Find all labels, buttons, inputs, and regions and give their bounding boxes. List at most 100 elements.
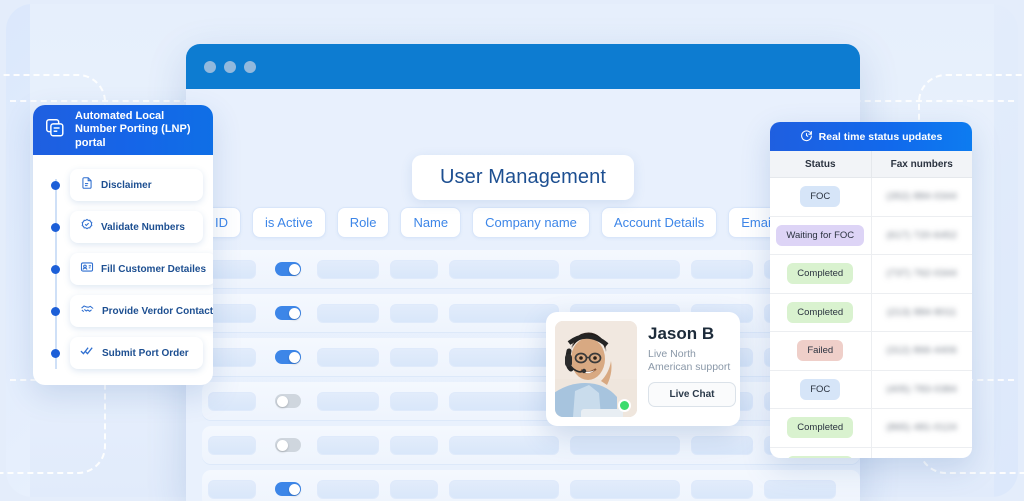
lnp-step-validate-numbers[interactable]: Validate Numbers bbox=[43, 211, 203, 243]
step-label: Submit Port Order bbox=[102, 347, 189, 359]
is-active-toggle[interactable] bbox=[275, 482, 301, 496]
status-row: Failed (312) 866-4406 bbox=[770, 332, 972, 371]
cell-comp bbox=[449, 303, 559, 323]
status-table-header: Status Fax numbers bbox=[770, 151, 972, 178]
window-maximize-dot[interactable] bbox=[244, 60, 256, 73]
fax-cell: (312) 866-4406 bbox=[872, 332, 973, 370]
table-header-is-active[interactable]: is Active bbox=[252, 207, 326, 238]
cell-role bbox=[317, 391, 379, 411]
table-row[interactable] bbox=[202, 382, 860, 420]
is-active-toggle[interactable] bbox=[275, 394, 301, 408]
lnp-step-fill-customer-details[interactable]: Fill Customer Detailes bbox=[43, 253, 213, 285]
toggle-knob bbox=[276, 395, 288, 407]
live-chat-button[interactable]: Live Chat bbox=[648, 382, 736, 407]
step-label: Disclaimer bbox=[101, 179, 152, 191]
agent-name: Jason B bbox=[648, 324, 715, 343]
decorative-dashed-line bbox=[10, 100, 190, 102]
window-minimize-dot[interactable] bbox=[224, 60, 236, 73]
fax-cell: (213) 884-8011 bbox=[872, 294, 973, 332]
cell-role bbox=[317, 347, 379, 367]
table-header-role[interactable]: Role bbox=[336, 207, 390, 238]
status-cell: Waiting for FOC bbox=[770, 216, 872, 254]
lnp-step-submit-port-order[interactable]: Submit Port Order bbox=[43, 337, 203, 369]
step-bullet-icon bbox=[51, 264, 60, 274]
document-icon bbox=[80, 176, 94, 195]
table-row[interactable] bbox=[202, 470, 860, 501]
status-badge: FOC bbox=[800, 186, 841, 208]
lnp-steps-list: Disclaimer Validate Numbers Fill Custome… bbox=[33, 155, 213, 385]
is-active-toggle[interactable] bbox=[275, 306, 301, 320]
status-panel-title: Real time status updates bbox=[818, 130, 943, 143]
step-pill[interactable]: Validate Numbers bbox=[70, 211, 203, 243]
screenshot-stage: User Management ID is Active Role Name C… bbox=[0, 0, 1024, 501]
browser-title-bar bbox=[186, 44, 860, 89]
status-panel-header: Real time status updates bbox=[770, 122, 972, 151]
cell-acct bbox=[570, 435, 680, 455]
is-active-toggle[interactable] bbox=[275, 438, 301, 452]
is-active-toggle[interactable] bbox=[275, 262, 301, 276]
page-title: User Management bbox=[411, 155, 635, 200]
step-label: Provide Verdor Contact bbox=[102, 305, 213, 317]
browser-window: User Management ID is Active Role Name C… bbox=[186, 44, 860, 501]
cell-role bbox=[317, 435, 379, 455]
toggle-knob bbox=[288, 483, 300, 495]
cell-id bbox=[208, 259, 256, 279]
step-pill[interactable]: Disclaimer bbox=[70, 169, 203, 201]
fax-cell: (405) 783-0384 bbox=[872, 371, 973, 409]
step-label: Fill Customer Detailes bbox=[101, 263, 207, 275]
step-bullet-icon bbox=[51, 180, 60, 190]
table-header-account-details[interactable]: Account Details bbox=[600, 207, 718, 238]
table-row[interactable] bbox=[202, 338, 860, 376]
status-column-fax: Fax numbers bbox=[890, 158, 953, 170]
fax-cell: (865) 481-0124 bbox=[872, 409, 973, 447]
lnp-step-provide-vendor-contact[interactable]: Provide Verdor Contact bbox=[43, 295, 213, 327]
status-row: FOC (352) 884-0344 bbox=[770, 178, 972, 217]
lnp-portal-header: Automated Local Number Porting (LNP) por… bbox=[33, 105, 213, 155]
status-badge: Completed bbox=[787, 263, 854, 285]
id-card-icon bbox=[80, 260, 94, 279]
stacked-documents-icon bbox=[44, 117, 66, 144]
clock-refresh-icon bbox=[800, 129, 813, 145]
fax-cell: (352) 884-0344 bbox=[872, 178, 973, 216]
status-row: Waiting for FOC (617) 720-6452 bbox=[770, 216, 972, 255]
cell-id bbox=[208, 391, 256, 411]
fax-number: (737) 762-0344 bbox=[886, 268, 958, 280]
table-header-name[interactable]: Name bbox=[400, 207, 462, 238]
cell-name bbox=[390, 347, 438, 367]
status-cell: FOC bbox=[770, 178, 872, 216]
lnp-portal-card: Automated Local Number Porting (LNP) por… bbox=[33, 105, 213, 385]
window-close-dot[interactable] bbox=[204, 60, 216, 73]
cell-id bbox=[208, 303, 256, 323]
cell-comp bbox=[449, 435, 559, 455]
toggle-knob bbox=[288, 307, 300, 319]
table-header-company[interactable]: Company name bbox=[472, 207, 590, 238]
browser-content: User Management ID is Active Role Name C… bbox=[186, 89, 860, 501]
fax-cell: (737) 762-0344 bbox=[872, 255, 973, 293]
status-column-status: Status bbox=[770, 151, 872, 177]
table-body bbox=[202, 250, 860, 501]
cell-comp bbox=[449, 479, 559, 499]
cell-role bbox=[317, 479, 379, 499]
cell-name bbox=[390, 303, 438, 323]
cell-role bbox=[317, 259, 379, 279]
step-pill[interactable]: Provide Verdor Contact bbox=[70, 295, 213, 327]
cell-id bbox=[208, 347, 256, 367]
cell-email bbox=[691, 259, 753, 279]
lnp-step-disclaimer[interactable]: Disclaimer bbox=[43, 169, 203, 201]
step-pill[interactable]: Fill Customer Detailes bbox=[70, 253, 213, 285]
cell-id bbox=[208, 479, 256, 499]
table-row[interactable] bbox=[202, 250, 860, 288]
table-row[interactable] bbox=[202, 426, 860, 464]
status-row: Completed (213) 884-8011 bbox=[770, 293, 973, 332]
fax-number: (213) 884-8011 bbox=[886, 306, 957, 318]
status-cell: Failed bbox=[770, 332, 872, 370]
is-active-toggle[interactable] bbox=[275, 350, 301, 364]
status-cell: Completed bbox=[770, 447, 872, 458]
status-badge: Waiting for FOC bbox=[776, 224, 865, 246]
cell-id bbox=[208, 435, 256, 455]
step-pill[interactable]: Submit Port Order bbox=[70, 337, 203, 369]
fax-number: (617) 720-6452 bbox=[886, 229, 958, 241]
table-row[interactable] bbox=[202, 294, 860, 332]
status-table-body: FOC (352) 884-0344 Waiting for FOC (617) 72… bbox=[770, 178, 972, 458]
status-badge: Completed bbox=[787, 455, 854, 458]
